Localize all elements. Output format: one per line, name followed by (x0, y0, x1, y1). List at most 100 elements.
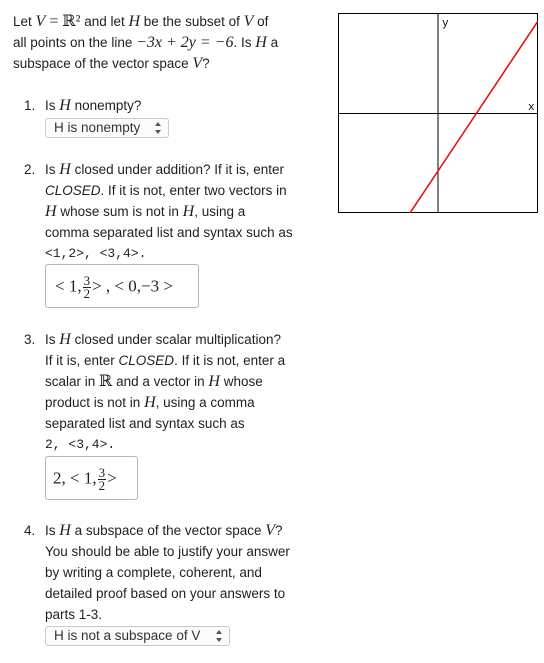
intro-line-2: all points on the line −3x + 2y = −6. Is… (13, 33, 278, 53)
q3-text-part: closed under scalar multiplication? (70, 332, 281, 347)
math-R: ℝ (99, 373, 113, 390)
math-H: H (59, 161, 71, 178)
q3-line-2: If it is, enter CLOSED. If it is not, en… (45, 351, 285, 371)
q2-text-part: Is (45, 162, 60, 177)
q4-text-part: a subspace of the vector space (70, 523, 266, 538)
q4-number: 4. (24, 523, 36, 538)
q3-number: 3. (24, 332, 36, 347)
q2-line-1: 2. Is H closed under addition? If it is,… (24, 160, 284, 180)
q2-line-3: H whose sum is not in H, using a (45, 202, 245, 222)
q2-answer-part: > , < 0,−3 > (92, 276, 173, 296)
q4-text-part: You should be able to justify your answe… (45, 544, 290, 559)
q3-text-part: If it is, enter (45, 353, 119, 368)
q4-text-part: detailed proof based on your answers to (45, 586, 286, 601)
select-arrows-icon (216, 630, 222, 642)
intro-text: a (266, 35, 279, 50)
fraction-denominator: 2 (83, 286, 91, 301)
intro-line-3: subspace of the vector space V? (13, 54, 210, 74)
q2-answer-value: < 1, 3 2 > , < 0,−3 > (55, 274, 173, 301)
line-graph: y x (338, 13, 538, 213)
q3-line-3: scalar in ℝ and a vector in H whose (45, 372, 263, 392)
q3-text-part: and a vector in (112, 374, 209, 389)
q3-answer-part: 2, < 1, (53, 468, 97, 488)
q2-syntax-example: <1,2>, <3,4>. (45, 244, 146, 264)
q2-answer-fraction: 32 (82, 274, 92, 301)
q2-line-4: comma separated list and syntax such as (45, 223, 293, 243)
q4-line-3: by writing a complete, coherent, and (45, 563, 262, 583)
x-axis-label: x (528, 102, 535, 114)
q1-text-part: Is (45, 98, 60, 113)
q2-text-part: comma separated list and syntax such as (45, 225, 293, 240)
math-V: V (265, 522, 276, 539)
math-H: H (182, 203, 195, 220)
q4-text-part: by writing a complete, coherent, and (45, 565, 262, 580)
q3-text-part: , using a comma (155, 395, 255, 410)
q4-line-5: parts 1-3. (45, 605, 102, 625)
q3-text-part: . If it is not, enter a (174, 353, 286, 368)
q3-closed-keyword: CLOSED (118, 353, 175, 368)
q2-text-part: closed under addition? If it is, enter (70, 162, 284, 177)
q3-line-4: product is not in H, using a comma (45, 393, 255, 413)
q4-line-2: You should be able to justify your answe… (45, 542, 290, 562)
math-V: V (35, 13, 46, 30)
q1-text-part: nonempty? (70, 98, 142, 113)
fraction-denominator: 2 (98, 478, 106, 493)
q3-line-5: separated list and syntax such as (45, 414, 245, 434)
q4-line-4: detailed proof based on your answers to (45, 584, 285, 604)
q2-answer-part: < 1, (55, 276, 82, 296)
q3-syntax-text: 2, <3,4>. (45, 437, 116, 452)
q3-answer-part: > (107, 468, 117, 488)
intro-line-1: Let V = ℝ² and let H be the subset of V … (13, 12, 268, 32)
q1-select-value: H is nonempty (54, 120, 141, 135)
q2-text-part: . If it is not, enter two vectors in (100, 183, 287, 198)
intro-text: Let (13, 14, 36, 29)
q2-answer-field[interactable]: < 1, 3 2 > , < 0,−3 > (45, 264, 199, 308)
q4-text-part: Is (45, 523, 60, 538)
q1-number: 1. (24, 98, 36, 113)
q4-subspace-select[interactable]: H is not a subspace of V (45, 626, 230, 646)
select-arrows-icon (155, 122, 161, 134)
q1-text: 1. Is H nonempty? (24, 96, 141, 116)
math-H: H (59, 522, 71, 539)
y-axis-label: y (442, 18, 449, 30)
intro-text: subspace of the vector space (13, 56, 193, 71)
math-H: H (45, 203, 57, 220)
q4-line-1: 4. Is H a subspace of the vector space V… (24, 521, 283, 541)
math-R2: ℝ² (62, 13, 81, 30)
q3-text-part: Is (45, 332, 60, 347)
intro-text: ? (202, 56, 210, 71)
math-V: V (192, 55, 203, 72)
q1-nonempty-select[interactable]: H is nonempty (45, 118, 169, 138)
q2-number: 2. (24, 162, 36, 177)
intro-text: of (253, 14, 269, 29)
q3-answer-value: 2, < 1, 3 2 > (53, 466, 117, 493)
math-eq: = (45, 13, 63, 30)
q3-syntax-example: 2, <3,4>. (45, 435, 115, 455)
q3-text-part: whose (219, 374, 263, 389)
q2-text-part: whose sum is not in (56, 204, 183, 219)
q3-text-part: scalar in (45, 374, 100, 389)
math-H: H (255, 34, 267, 51)
q4-text-part: ? (275, 523, 283, 538)
q4-text-part: parts 1-3. (45, 607, 103, 622)
q3-answer-field[interactable]: 2, < 1, 3 2 > (45, 456, 138, 500)
q2-closed-keyword: CLOSED (45, 183, 101, 198)
q2-syntax-text: <1,2>, <3,4>. (45, 246, 147, 261)
math-H: H (128, 13, 141, 30)
q3-answer-fraction: 32 (97, 466, 107, 493)
q3-text-part: separated list and syntax such as (45, 416, 245, 431)
q4-select-value: H is not a subspace of V (54, 628, 201, 643)
math-H: H (59, 97, 71, 114)
math-line-equation: −3x + 2y = −6 (136, 34, 234, 51)
intro-text: and let (80, 14, 129, 29)
q2-text-part: , using a (194, 204, 246, 219)
math-H: H (144, 394, 156, 411)
q3-text-part: product is not in (45, 395, 145, 410)
intro-text: be the subset of (140, 14, 244, 29)
math-H: H (59, 331, 71, 348)
q3-line-1: 3. Is H closed under scalar multiplicati… (24, 330, 281, 350)
intro-text: . Is (233, 35, 256, 50)
math-H: H (208, 373, 220, 390)
q2-line-2: CLOSED. If it is not, enter two vectors … (45, 181, 287, 201)
math-V: V (243, 13, 254, 30)
